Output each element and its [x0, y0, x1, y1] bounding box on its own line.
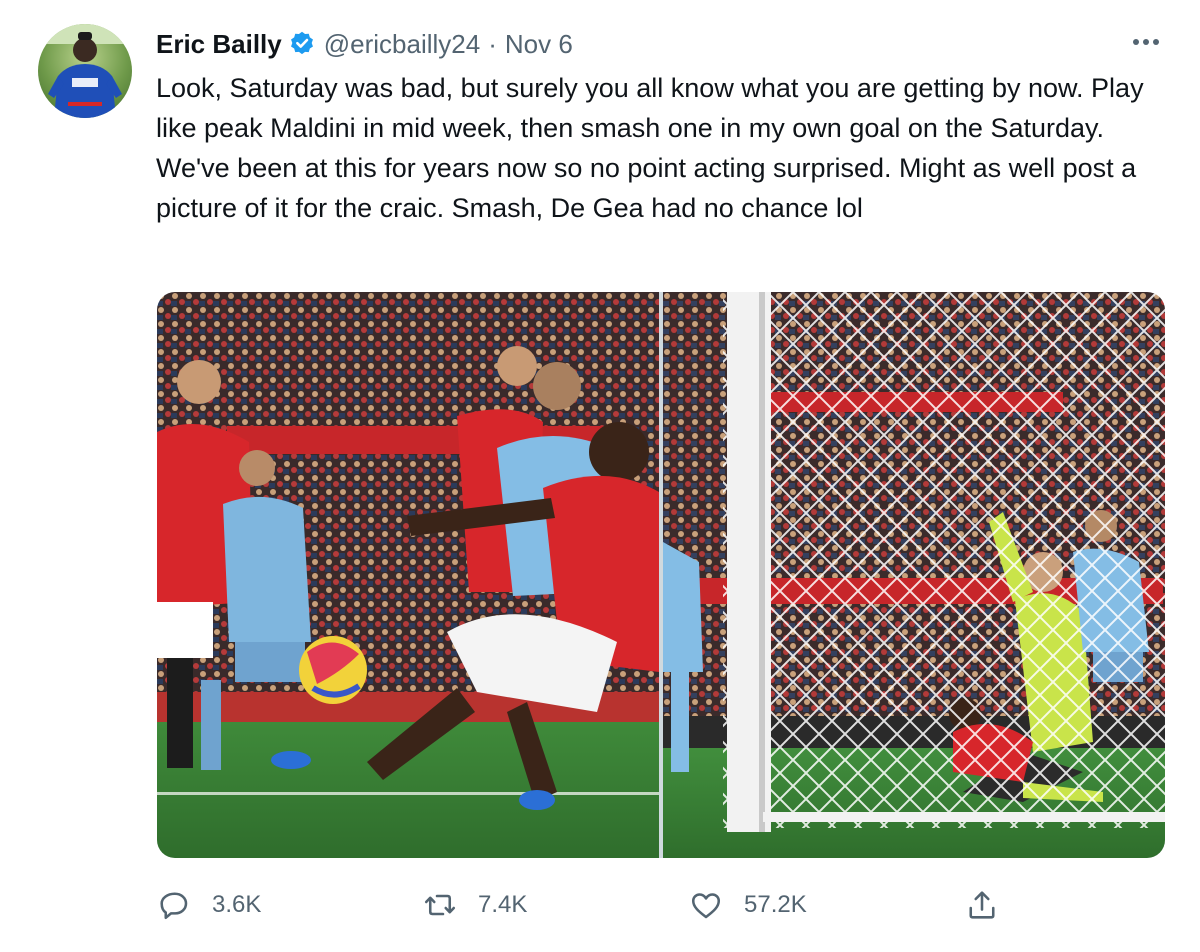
- reply-icon[interactable]: [156, 887, 192, 923]
- photo-own-goal-shot[interactable]: [157, 292, 659, 858]
- share-action[interactable]: [964, 880, 1000, 930]
- tweet-media[interactable]: [157, 292, 1165, 858]
- more-options-icon[interactable]: [1128, 30, 1164, 54]
- reply-count: 3.6K: [212, 891, 262, 918]
- tweet-card[interactable]: Eric Bailly @ericbailly24 · Nov 6 Look, …: [0, 0, 1200, 952]
- author-handle[interactable]: @ericbailly24: [324, 29, 480, 60]
- like-count: 57.2K: [744, 891, 807, 918]
- verified-badge-icon: [288, 30, 316, 58]
- tweet-date[interactable]: Nov 6: [505, 29, 573, 60]
- author-avatar[interactable]: [38, 24, 132, 118]
- tweet-actions: 3.6K 7.4K 57.2K: [156, 880, 1166, 930]
- author-display-name[interactable]: Eric Bailly: [156, 29, 282, 60]
- retweet-count: 7.4K: [478, 891, 528, 918]
- tweet-text: Look, Saturday was bad, but surely you a…: [156, 73, 1144, 223]
- retweet-action[interactable]: 7.4K: [422, 880, 527, 930]
- avatar-image: [38, 24, 132, 118]
- share-icon[interactable]: [964, 887, 1000, 923]
- heart-icon[interactable]: [688, 887, 724, 923]
- header-separator: ·: [488, 28, 497, 59]
- like-action[interactable]: 57.2K: [688, 880, 807, 930]
- tweet-header: Eric Bailly @ericbailly24 · Nov 6: [156, 26, 573, 62]
- photo-goal-net[interactable]: [663, 292, 1165, 858]
- reply-action[interactable]: 3.6K: [156, 880, 261, 930]
- photo-left-image: [157, 292, 659, 858]
- photo-right-image: [663, 292, 1165, 858]
- retweet-icon[interactable]: [422, 887, 458, 923]
